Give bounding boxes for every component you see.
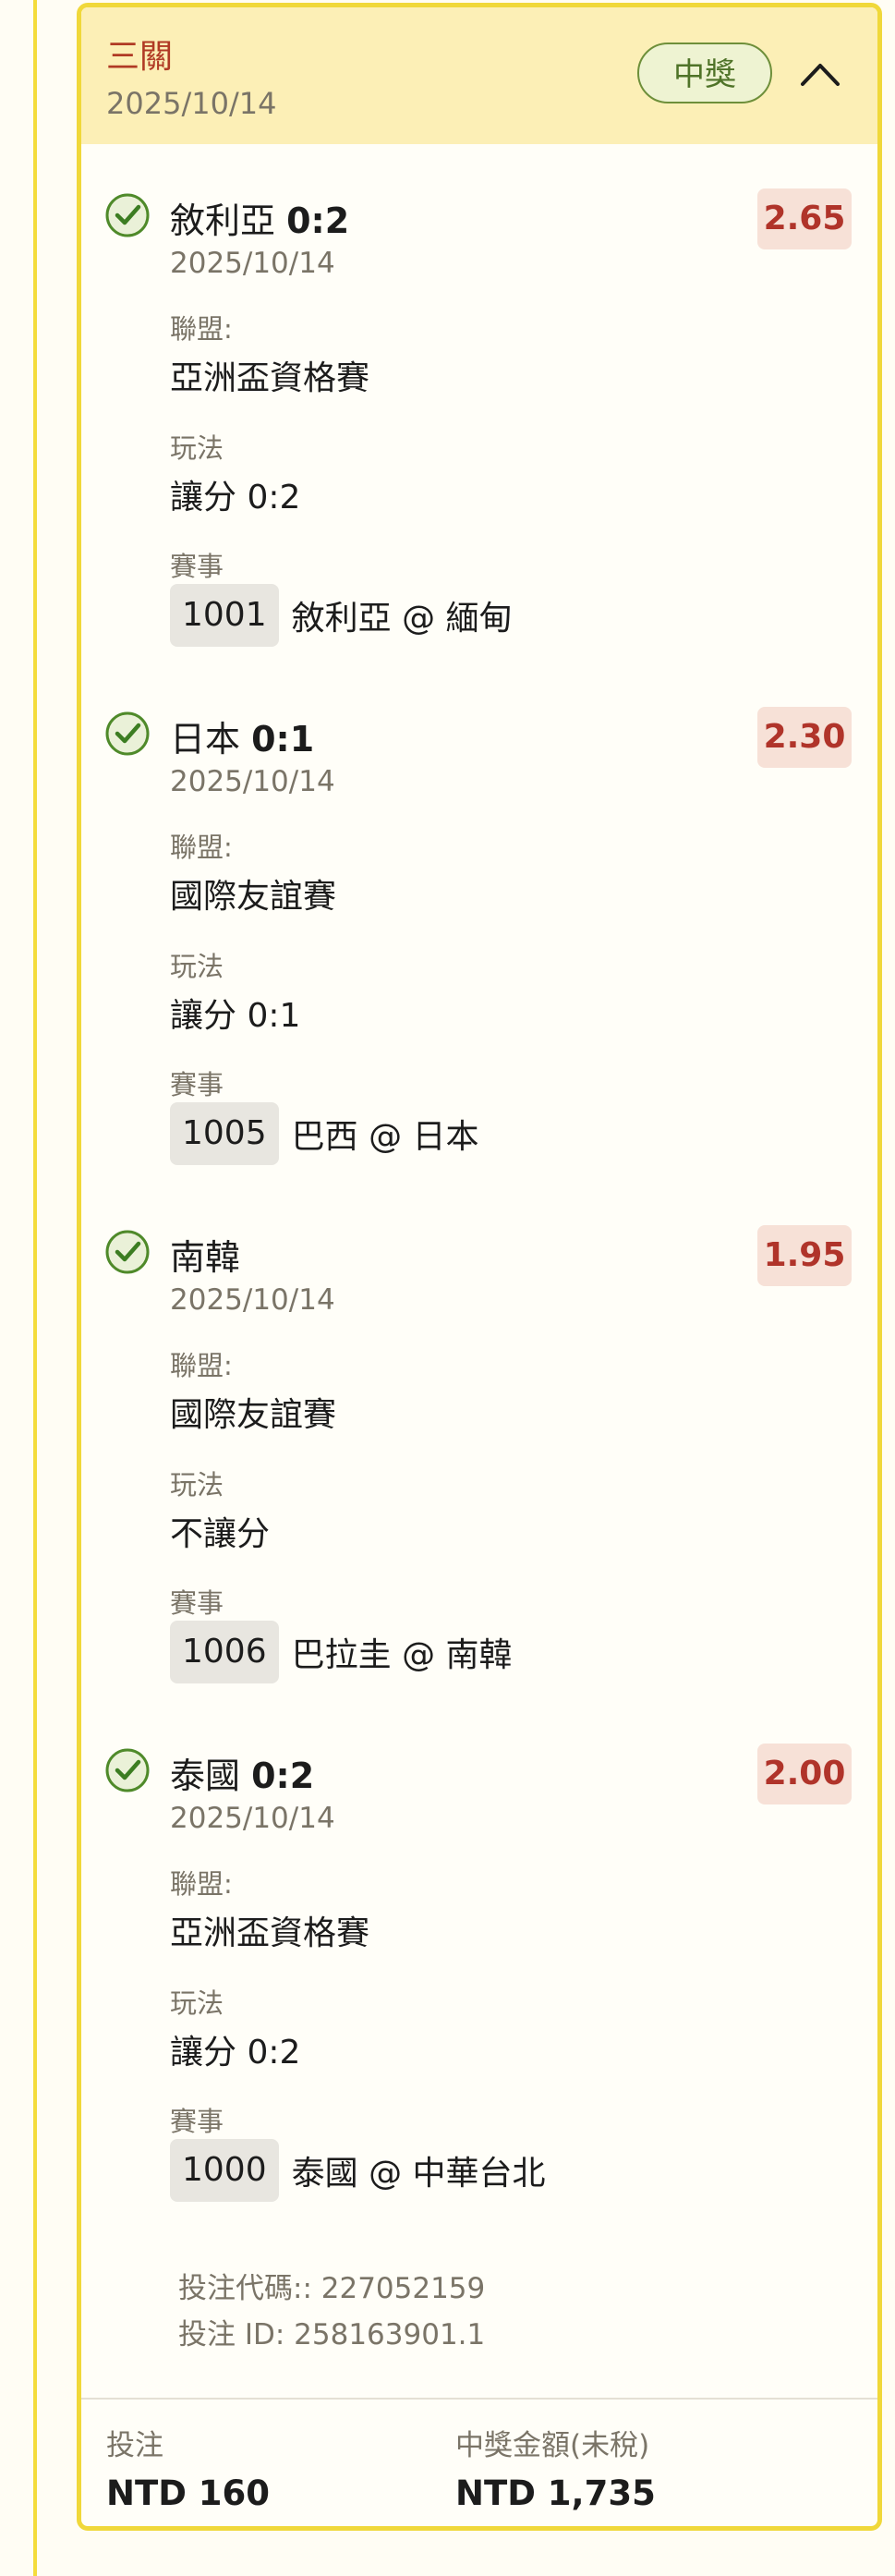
match-row: 1005 巴西 @ 日本	[170, 1102, 479, 1165]
league-label: 聯盟:	[170, 1350, 233, 1381]
selection-name: 南韓	[170, 1237, 241, 1278]
market-label: 玩法	[170, 432, 224, 464]
market-value: 讓分 0:2	[170, 2034, 301, 2072]
match-row: 1006 巴拉圭 @ 南韓	[170, 1621, 513, 1683]
leg-item: 泰國 0:2 2.00 2025/10/14 聯盟: 亞洲盃資格賽 玩法 讓分 …	[81, 1744, 877, 2228]
footer-divider	[81, 2398, 877, 2400]
leg-selection: 泰國 0:2	[170, 1758, 314, 1793]
leg-date: 2025/10/14	[170, 765, 335, 798]
leg-date: 2025/10/14	[170, 1802, 335, 1835]
match-name: 巴拉圭 @ 南韓	[291, 1636, 513, 1674]
league-label: 聯盟:	[170, 313, 233, 345]
odds-badge: 1.95	[757, 1225, 852, 1286]
market-label: 玩法	[170, 951, 224, 982]
bet-id: 投注 ID: 258163901.1	[178, 2318, 486, 2351]
match-row: 1001 敘利亞 @ 緬甸	[170, 584, 513, 647]
chevron-up-icon	[801, 64, 840, 86]
status-badge: 中獎	[637, 43, 772, 103]
match-code: 1000	[170, 2139, 279, 2202]
leg-item: 南韓 1.95 2025/10/14 聯盟: 國際友誼賽 玩法 不讓分 賽事 1…	[81, 1225, 877, 1709]
check-circle-icon	[105, 193, 150, 237]
match-label: 賽事	[170, 1069, 224, 1100]
bet-slip-header[interactable]: 三關 2025/10/14 中獎	[81, 7, 877, 144]
league-value: 亞洲盃資格賽	[170, 1914, 370, 1952]
left-rule	[33, 0, 37, 2576]
league-label: 聯盟:	[170, 1868, 233, 1900]
match-name: 巴西 @ 日本	[291, 1118, 479, 1156]
league-value: 國際友誼賽	[170, 878, 337, 916]
match-code: 1006	[170, 1621, 279, 1683]
league-value: 亞洲盃資格賽	[170, 359, 370, 397]
selection-name: 敘利亞	[170, 200, 276, 241]
selection-handicap: 0:2	[286, 200, 350, 241]
collapse-button[interactable]	[791, 44, 850, 103]
odds-badge: 2.30	[757, 707, 852, 768]
match-code: 1001	[170, 584, 279, 647]
match-row: 1000 泰國 @ 中華台北	[170, 2139, 546, 2202]
leg-item: 敘利亞 0:2 2.65 2025/10/14 聯盟: 亞洲盃資格賽 玩法 讓分…	[81, 188, 877, 673]
match-label: 賽事	[170, 2106, 224, 2137]
bet-date: 2025/10/14	[106, 86, 277, 121]
selection-handicap: 0:1	[251, 719, 315, 759]
check-circle-icon	[105, 1230, 150, 1274]
match-name: 泰國 @ 中華台北	[291, 2155, 546, 2193]
payout-value: NTD 1,735	[455, 2473, 656, 2513]
market-value: 不讓分	[170, 1515, 271, 1553]
match-name: 敘利亞 @ 緬甸	[291, 600, 513, 638]
market-label: 玩法	[170, 1469, 224, 1501]
leg-selection: 敘利亞 0:2	[170, 203, 349, 238]
match-label: 賽事	[170, 551, 224, 582]
leg-selection: 南韓	[170, 1240, 240, 1275]
match-label: 賽事	[170, 1587, 224, 1619]
parlay-type: 三關	[106, 38, 174, 76]
odds-badge: 2.65	[757, 188, 852, 249]
check-circle-icon	[105, 711, 150, 756]
market-value: 讓分 0:2	[170, 479, 301, 516]
leg-item: 日本 0:1 2.30 2025/10/14 聯盟: 國際友誼賽 玩法 讓分 0…	[81, 707, 877, 1191]
leg-date: 2025/10/14	[170, 247, 335, 280]
page: 三關 2025/10/14 中獎 敘利亞 0:2 2.65 2025/10/14…	[0, 0, 895, 2576]
league-label: 聯盟:	[170, 832, 233, 863]
stake-label: 投注	[106, 2429, 163, 2462]
market-value: 讓分 0:1	[170, 997, 301, 1035]
selection-name: 日本	[170, 719, 241, 759]
market-label: 玩法	[170, 1987, 224, 2019]
odds-badge: 2.00	[757, 1744, 852, 1804]
leg-date: 2025/10/14	[170, 1283, 335, 1317]
selection-handicap: 0:2	[251, 1756, 315, 1796]
league-value: 國際友誼賽	[170, 1396, 337, 1434]
payout-label: 中獎金額(未稅)	[455, 2429, 650, 2462]
bet-slip-card: 三關 2025/10/14 中獎 敘利亞 0:2 2.65 2025/10/14…	[77, 3, 882, 2531]
selection-name: 泰國	[170, 1756, 241, 1796]
leg-selection: 日本 0:1	[170, 722, 314, 757]
bet-code: 投注代碼:: 227052159	[178, 2272, 486, 2305]
match-code: 1005	[170, 1102, 279, 1165]
stake-value: NTD 160	[106, 2473, 271, 2513]
check-circle-icon	[105, 1748, 150, 1792]
